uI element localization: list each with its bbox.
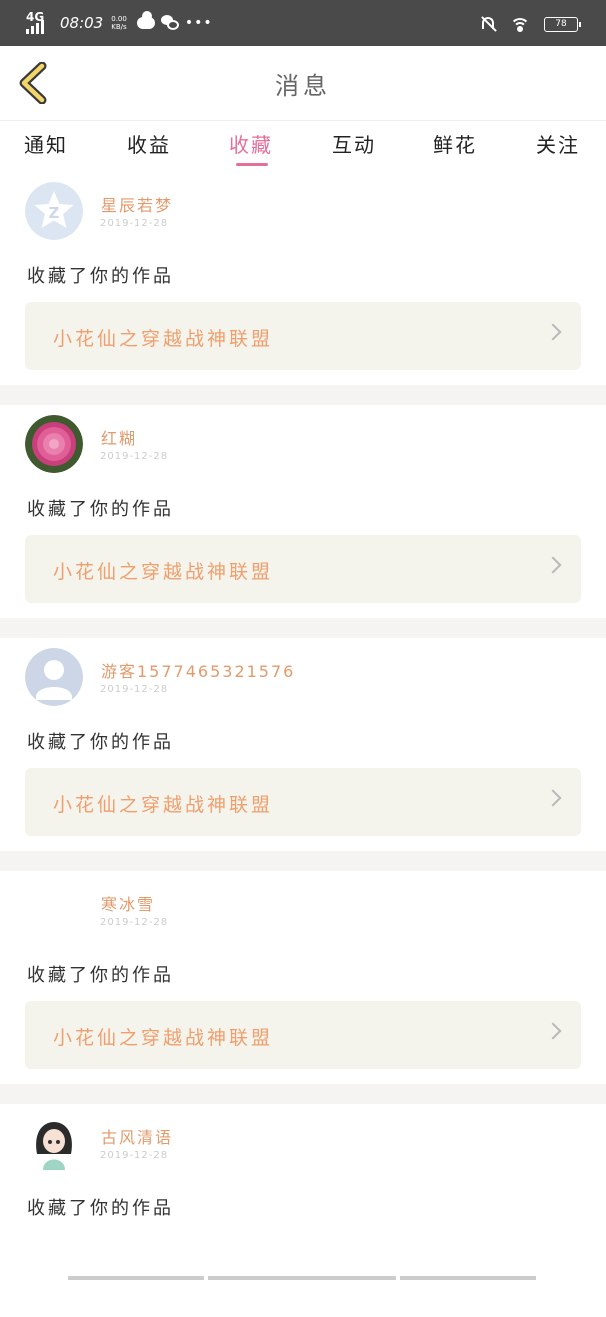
- tab-favorites[interactable]: 收藏: [229, 129, 273, 158]
- divider: [0, 1084, 606, 1104]
- list-item: Z 星辰若梦 2019-12-28 收藏了你的作品 小花仙之穿越战神联盟: [0, 172, 606, 385]
- work-link[interactable]: 小花仙之穿越战神联盟: [25, 768, 581, 836]
- app-header: 消息: [0, 46, 606, 121]
- cloud-icon: [136, 11, 155, 29]
- scroll-indicator: [68, 1276, 536, 1280]
- work-link[interactable]: 小花仙之穿越战神联盟: [25, 1001, 581, 1069]
- wifi-icon: [510, 16, 530, 32]
- active-tab-indicator: [236, 163, 268, 166]
- tab-following[interactable]: 关注: [536, 129, 580, 158]
- avatar[interactable]: [25, 1114, 83, 1172]
- tab-notifications[interactable]: 通知: [24, 129, 68, 158]
- tab-flowers[interactable]: 鲜花: [433, 129, 477, 158]
- net-speed: 0.00 KB/s: [111, 15, 127, 31]
- svg-text:Z: Z: [49, 204, 60, 222]
- list-item: 红糊 2019-12-28 收藏了你的作品 小花仙之穿越战神联盟: [0, 405, 606, 618]
- chevron-right-icon: [544, 323, 562, 341]
- page-title: 消息: [275, 72, 331, 100]
- message-action: 收藏了你的作品: [27, 1198, 174, 1219]
- username[interactable]: 古风清语: [101, 1124, 173, 1148]
- message-date: 2019-12-28: [100, 218, 169, 229]
- muted-bell-icon: [480, 15, 496, 33]
- work-link[interactable]: 小花仙之穿越战神联盟: [25, 535, 581, 603]
- avatar[interactable]: Z: [25, 182, 83, 240]
- avatar[interactable]: [25, 415, 83, 473]
- username[interactable]: 星辰若梦: [101, 192, 173, 216]
- chevron-right-icon: [544, 789, 562, 807]
- username[interactable]: 寒冰雪: [101, 891, 155, 915]
- message-list: Z 星辰若梦 2019-12-28 收藏了你的作品 小花仙之穿越战神联盟 红糊 …: [0, 172, 606, 1317]
- message-date: 2019-12-28: [100, 1150, 169, 1161]
- chevron-right-icon: [544, 556, 562, 574]
- divider: [0, 618, 606, 638]
- tab-bar: 通知 收益 收藏 互动 鲜花 关注: [0, 121, 606, 171]
- status-right: 78: [480, 12, 581, 36]
- battery-icon: 78: [544, 16, 581, 32]
- message-date: 2019-12-28: [100, 451, 169, 462]
- status-left: 4G 08:03 0.00 KB/s •••: [26, 10, 213, 36]
- anime-girl-avatar-icon: [25, 1114, 83, 1172]
- list-item: 游客1577465321576 2019-12-28 收藏了你的作品 小花仙之穿…: [0, 638, 606, 851]
- username[interactable]: 游客1577465321576: [101, 658, 295, 682]
- message-action: 收藏了你的作品: [27, 266, 174, 287]
- divider: [0, 385, 606, 405]
- pink-flower-avatar-icon: [25, 415, 83, 473]
- work-title: 小花仙之穿越战神联盟: [53, 1027, 274, 1049]
- wechat-icon: [160, 15, 179, 31]
- list-item: 古风清语 2019-12-28 收藏了你的作品: [0, 1104, 606, 1317]
- notification-icons: •••: [136, 11, 213, 31]
- tab-earnings[interactable]: 收益: [127, 129, 171, 158]
- message-date: 2019-12-28: [100, 917, 169, 928]
- default-user-avatar-icon: [25, 648, 83, 706]
- signal-icon: 4G: [26, 10, 52, 36]
- status-bar: 4G 08:03 0.00 KB/s ••• 78: [0, 0, 606, 46]
- clock: 08:03: [60, 14, 104, 32]
- list-item: 寒冰雪 2019-12-28 收藏了你的作品 小花仙之穿越战神联盟: [0, 871, 606, 1084]
- avatar[interactable]: [25, 648, 83, 706]
- work-title: 小花仙之穿越战神联盟: [53, 561, 274, 583]
- blank-avatar-icon: [25, 881, 83, 939]
- qq-star-avatar-icon: Z: [25, 182, 83, 240]
- work-link[interactable]: 小花仙之穿越战神联盟: [25, 302, 581, 370]
- avatar[interactable]: [25, 881, 83, 939]
- message-action: 收藏了你的作品: [27, 499, 174, 520]
- divider: [0, 851, 606, 871]
- message-action: 收藏了你的作品: [27, 732, 174, 753]
- message-action: 收藏了你的作品: [27, 965, 174, 986]
- message-date: 2019-12-28: [100, 684, 169, 695]
- username[interactable]: 红糊: [101, 425, 137, 449]
- tab-interactions[interactable]: 互动: [332, 129, 376, 158]
- more-dots-icon: •••: [184, 15, 213, 31]
- work-title: 小花仙之穿越战神联盟: [53, 328, 274, 350]
- work-title: 小花仙之穿越战神联盟: [53, 794, 274, 816]
- chevron-right-icon: [544, 1022, 562, 1040]
